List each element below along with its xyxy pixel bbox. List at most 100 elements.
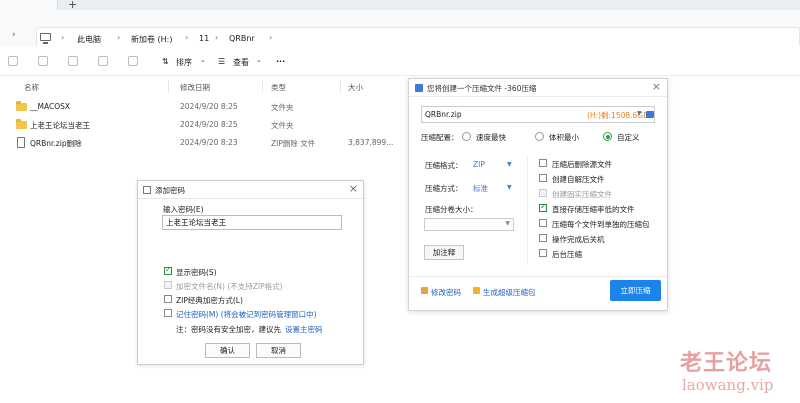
cancel-button[interactable]: 取消 — [256, 343, 301, 358]
dialog-titlebar[interactable]: 您将创建一个压缩文件 -360压缩 × — [409, 79, 667, 97]
separate-archives-checkbox[interactable] — [539, 219, 547, 227]
store-low-ratio-checkbox[interactable] — [539, 202, 547, 212]
remember-password-checkbox[interactable] — [164, 309, 172, 317]
file-row[interactable]: QRBnr.zip删除 2024/9/20 8:23 ZIP删除 文件 3,83… — [0, 135, 410, 153]
chevron-down-icon[interactable]: ▼ — [507, 184, 512, 191]
chevron-down-icon[interactable]: ⌄ — [200, 56, 206, 64]
zip-classic-label[interactable]: ZIP经典加密方式(L) — [176, 295, 243, 306]
chevron-right-icon[interactable]: › — [117, 33, 120, 42]
view-button[interactable]: 查看 — [233, 57, 249, 68]
chevron-right-icon[interactable]: › — [269, 33, 272, 42]
radio-smallest-label[interactable]: 体积最小 — [549, 132, 579, 143]
chevron-right-icon[interactable]: › — [215, 33, 218, 42]
method-select[interactable]: 标准 — [473, 183, 488, 194]
archive-path-value: QRBnr.zip — [425, 110, 462, 119]
browse-folder-icon[interactable] — [646, 111, 654, 118]
delete-source-checkbox[interactable] — [539, 159, 547, 167]
close-icon[interactable]: × — [652, 80, 661, 93]
show-password-checkbox[interactable] — [164, 265, 172, 275]
archive-path-field[interactable]: QRBnr.zip (H:)剩:1508.6GB ▼ — [421, 106, 655, 123]
show-password-label[interactable]: 显示密码(S) — [176, 267, 217, 278]
set-master-password-link[interactable]: 设置主密码 — [285, 324, 323, 335]
self-extract-checkbox[interactable] — [539, 174, 547, 182]
column-divider[interactable] — [168, 80, 169, 92]
dialog-titlebar[interactable]: 添加密码 × — [138, 181, 363, 199]
breadcrumb-qrbnr[interactable]: QRBnr — [229, 34, 255, 43]
file-name: __MACOSX — [30, 102, 71, 111]
chevron-down-icon[interactable]: ▼ — [637, 110, 642, 117]
method-label: 压缩方式： — [425, 184, 463, 193]
chevron-right-icon[interactable]: › — [61, 33, 64, 42]
file-row[interactable]: 上老王论坛当老王 2024/9/20 8:25 文件夹 — [0, 117, 410, 135]
solid-archive-label[interactable]: 创建固实压缩文件 — [552, 189, 612, 200]
file-type: 文件夹 — [271, 121, 294, 130]
password-label: 输入密码(E) — [163, 205, 204, 214]
view-icon[interactable]: ☰ — [218, 57, 225, 66]
separate-archives-label[interactable]: 压缩每个文件到单独的压缩包 — [552, 219, 650, 230]
lock-icon — [421, 287, 428, 294]
column-divider[interactable] — [262, 80, 263, 92]
column-header-size[interactable]: 大小 — [348, 82, 363, 93]
chevron-right-icon[interactable]: › — [185, 33, 188, 42]
shutdown-after-checkbox[interactable] — [539, 234, 547, 242]
back-icon[interactable]: › — [12, 30, 16, 40]
file-icon — [17, 137, 25, 148]
radio-smallest[interactable] — [535, 132, 544, 141]
add-comment-button[interactable]: 加注释 — [424, 245, 464, 260]
copy-icon[interactable] — [8, 56, 18, 66]
breadcrumb-this-pc[interactable]: 此电脑 — [77, 34, 101, 45]
column-divider[interactable] — [340, 80, 341, 92]
share-icon[interactable] — [98, 56, 108, 66]
encrypt-filenames-checkbox[interactable] — [164, 281, 172, 289]
rename-icon[interactable] — [68, 56, 78, 66]
solid-archive-checkbox[interactable] — [539, 189, 547, 197]
chevron-down-icon[interactable]: ⌄ — [256, 56, 262, 64]
explorer-tab[interactable] — [0, 0, 58, 10]
security-note: 注：密码没有安全加密，建议先 — [176, 325, 281, 334]
more-options-button[interactable]: ··· — [276, 57, 285, 66]
column-header-name[interactable]: 名称 — [24, 82, 39, 93]
column-header-date[interactable]: 修改日期 — [180, 82, 210, 93]
background-compress-label[interactable]: 后台压缩 — [552, 249, 582, 260]
chevron-down-icon[interactable]: ▼ — [505, 220, 510, 227]
change-password-link[interactable]: 修改密码 — [431, 287, 461, 298]
super-zip-link[interactable]: 生成超级压缩包 — [483, 287, 536, 298]
delete-source-label[interactable]: 压缩后删除源文件 — [552, 159, 612, 170]
sort-button[interactable]: 排序 — [176, 57, 192, 68]
file-row[interactable]: __MACOSX 2024/9/20 8:25 文件夹 — [0, 99, 410, 117]
super-zip-icon — [473, 287, 480, 294]
shutdown-after-label[interactable]: 操作完成后关机 — [552, 234, 605, 245]
self-extract-label[interactable]: 创建自解压文件 — [552, 174, 605, 185]
close-icon[interactable]: × — [349, 182, 358, 195]
background-compress-checkbox[interactable] — [539, 249, 547, 257]
zip-classic-checkbox[interactable] — [164, 295, 172, 303]
encrypt-filenames-label[interactable]: 加密文件名(N) (不支持ZIP格式) — [176, 281, 283, 292]
format-label: 压缩格式： — [425, 161, 463, 170]
breadcrumb-folder-11[interactable]: 11 — [199, 34, 209, 43]
column-header-type[interactable]: 类型 — [271, 82, 286, 93]
paste-icon[interactable] — [38, 56, 48, 66]
radio-custom[interactable] — [603, 132, 612, 141]
dialog-app-icon — [143, 186, 151, 194]
ok-button[interactable]: 确认 — [205, 343, 250, 358]
vertical-divider — [527, 155, 528, 265]
compress-now-button[interactable]: 立即压缩 — [610, 280, 661, 301]
sort-icon[interactable]: ⇅ — [162, 57, 169, 66]
store-low-ratio-label[interactable]: 直接存储压缩率低的文件 — [552, 204, 635, 215]
watermark-en: laowang.vip — [682, 376, 774, 394]
radio-fastest[interactable] — [462, 132, 471, 141]
chevron-down-icon[interactable]: ▼ — [507, 161, 512, 168]
command-bar: ⇅ 排序 ⌄ ☰ 查看 ⌄ ··· — [0, 46, 800, 76]
format-select[interactable]: ZIP — [473, 160, 485, 169]
radio-fastest-label[interactable]: 速度最快 — [476, 132, 506, 143]
delete-icon[interactable] — [128, 56, 138, 66]
file-date: 2024/9/20 8:25 — [180, 120, 238, 129]
breadcrumb-volume[interactable]: 新加卷 (H:) — [131, 34, 173, 45]
file-type: ZIP删除 文件 — [271, 139, 316, 148]
remember-password-label[interactable]: 记住密码(M) (将会被记到密码管理窗口中) — [176, 309, 317, 320]
watermark-cn: 老王论坛 — [680, 350, 773, 376]
radio-custom-label[interactable]: 自定义 — [617, 132, 640, 143]
split-size-select[interactable]: ▼ — [424, 218, 514, 231]
password-input[interactable] — [162, 215, 342, 230]
watermark: 老王论坛 laowang.vip — [680, 345, 790, 400]
